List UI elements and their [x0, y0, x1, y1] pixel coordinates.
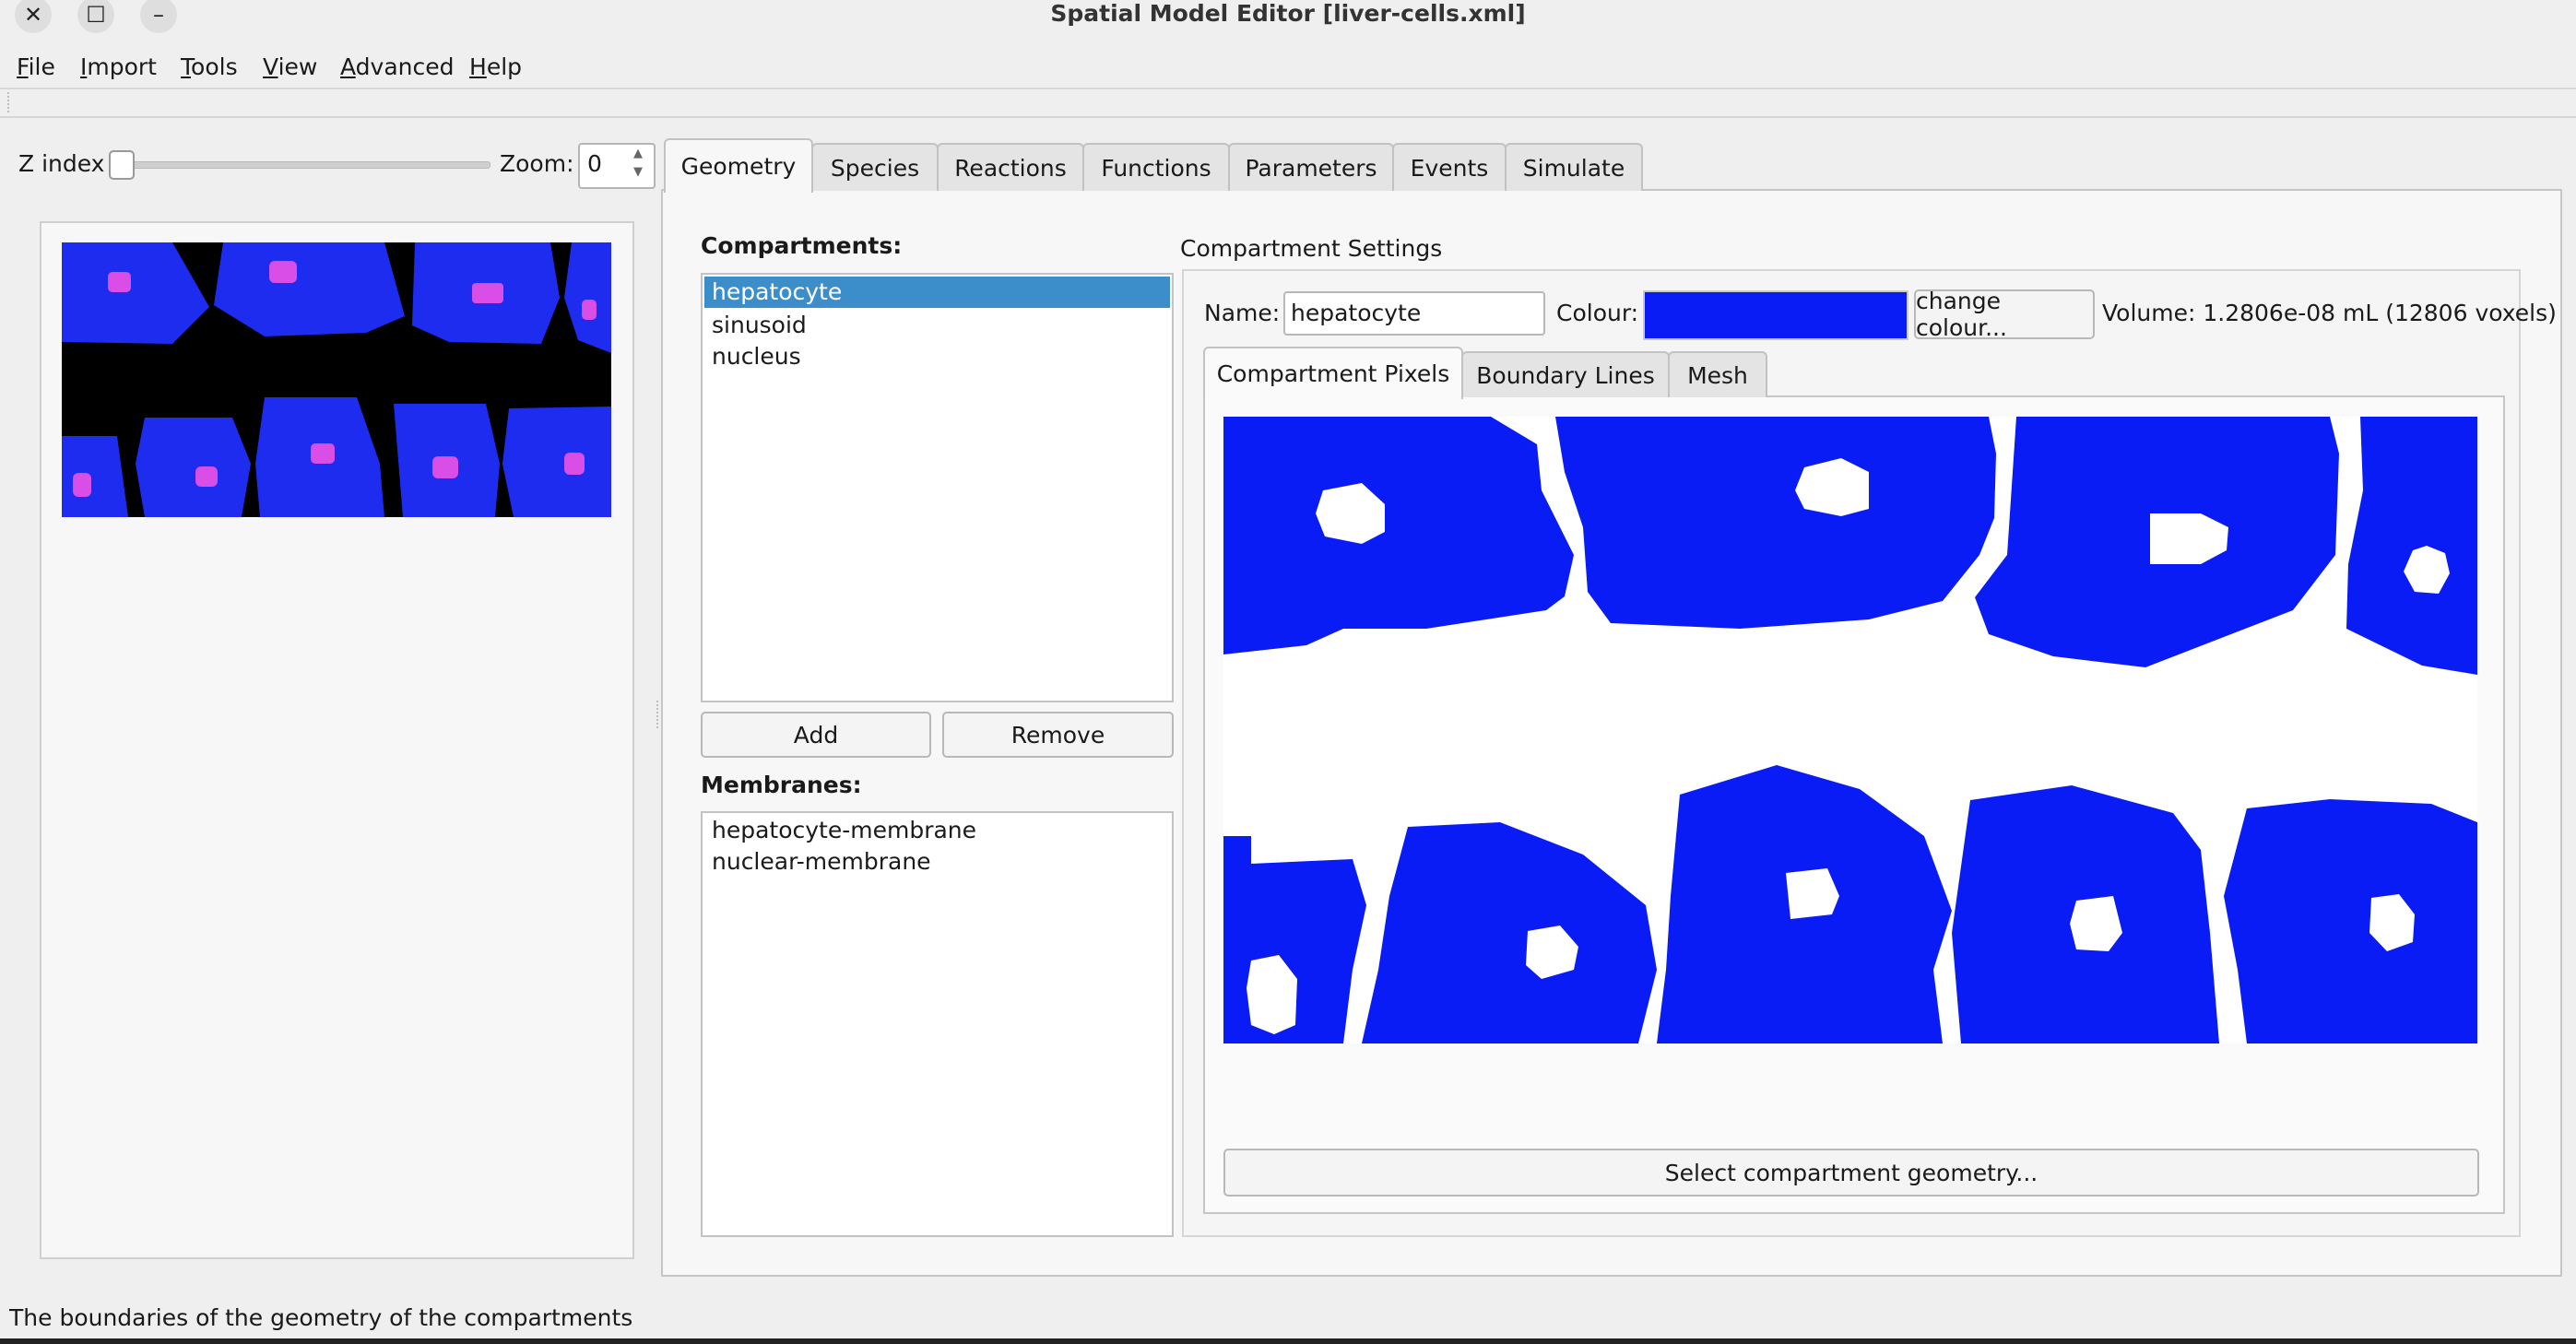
tab-species[interactable]: Species: [811, 143, 939, 191]
membranes-list[interactable]: hepatocyte-membrane nuclear-membrane: [701, 811, 1174, 1237]
remove-compartment-button[interactable]: Remove: [942, 712, 1174, 758]
compartment-settings-title: Compartment Settings: [1180, 235, 1443, 262]
compartments-list[interactable]: hepatocyte sinusoid nucleus: [701, 273, 1174, 702]
tab-reactions[interactable]: Reactions: [937, 143, 1084, 191]
membrane-item-nuclear[interactable]: nuclear-membrane: [704, 846, 1170, 878]
tab-geometry[interactable]: Geometry: [664, 138, 813, 193]
membrane-item-hepatocyte[interactable]: hepatocyte-membrane: [704, 815, 1170, 846]
menu-tools[interactable]: Tools: [181, 52, 238, 83]
subtab-boundary-lines[interactable]: Boundary Lines: [1461, 351, 1670, 397]
name-label: Name:: [1204, 300, 1281, 326]
window-title: Spatial Model Editor [liver-cells.xml]: [1050, 0, 1526, 27]
toolbar-grip[interactable]: [7, 92, 15, 112]
tab-events[interactable]: Events: [1392, 143, 1507, 191]
menu-import[interactable]: Import: [80, 52, 157, 83]
z-index-slider[interactable]: [120, 161, 490, 169]
status-bar-text: The boundaries of the geometry of the co…: [9, 1304, 633, 1331]
compartments-label: Compartments:: [701, 232, 903, 259]
compartment-item-sinusoid[interactable]: sinusoid: [704, 310, 1170, 341]
colour-label: Colour:: [1556, 300, 1639, 326]
z-index-slider-handle[interactable]: [109, 150, 135, 180]
subtab-mesh[interactable]: Mesh: [1668, 351, 1767, 397]
compartment-item-nucleus[interactable]: nucleus: [704, 341, 1170, 372]
spin-down-icon[interactable]: ▼: [627, 163, 649, 182]
menu-view[interactable]: View: [263, 52, 317, 83]
bottom-border: [0, 1338, 2576, 1344]
zoom-value: 0: [587, 150, 602, 177]
geometry-preview-image[interactable]: [62, 242, 611, 517]
membranes-label: Membranes:: [701, 772, 862, 798]
menu-separator: [0, 88, 2576, 89]
zoom-label: Zoom:: [500, 150, 574, 177]
z-index-label: Z index: [18, 150, 105, 177]
add-compartment-button[interactable]: Add: [701, 712, 931, 758]
tab-functions[interactable]: Functions: [1082, 143, 1230, 191]
change-colour-button[interactable]: change colour...: [1914, 288, 2095, 341]
subtab-compartment-pixels[interactable]: Compartment Pixels: [1203, 347, 1463, 399]
compartment-pixels-image[interactable]: [1223, 417, 2477, 1043]
volume-text: Volume: 1.2806e-08 mL (12806 voxels): [2102, 300, 2557, 326]
compartment-item-hepatocyte[interactable]: hepatocyte: [704, 277, 1170, 308]
colour-swatch: [1643, 290, 1908, 340]
spin-up-icon[interactable]: ▲: [627, 145, 649, 163]
tab-simulate[interactable]: Simulate: [1505, 143, 1643, 191]
menu-help[interactable]: Help: [469, 52, 522, 83]
compartment-name-input[interactable]: hepatocyte: [1283, 291, 1545, 336]
tab-parameters[interactable]: Parameters: [1228, 143, 1394, 191]
select-compartment-geometry-button[interactable]: Select compartment geometry...: [1223, 1149, 2479, 1197]
toolbar-separator: [0, 116, 2576, 118]
menu-advanced[interactable]: Advanced: [340, 52, 455, 83]
spin-arrows[interactable]: ▲ ▼: [627, 145, 649, 183]
menu-file[interactable]: File: [17, 52, 55, 83]
